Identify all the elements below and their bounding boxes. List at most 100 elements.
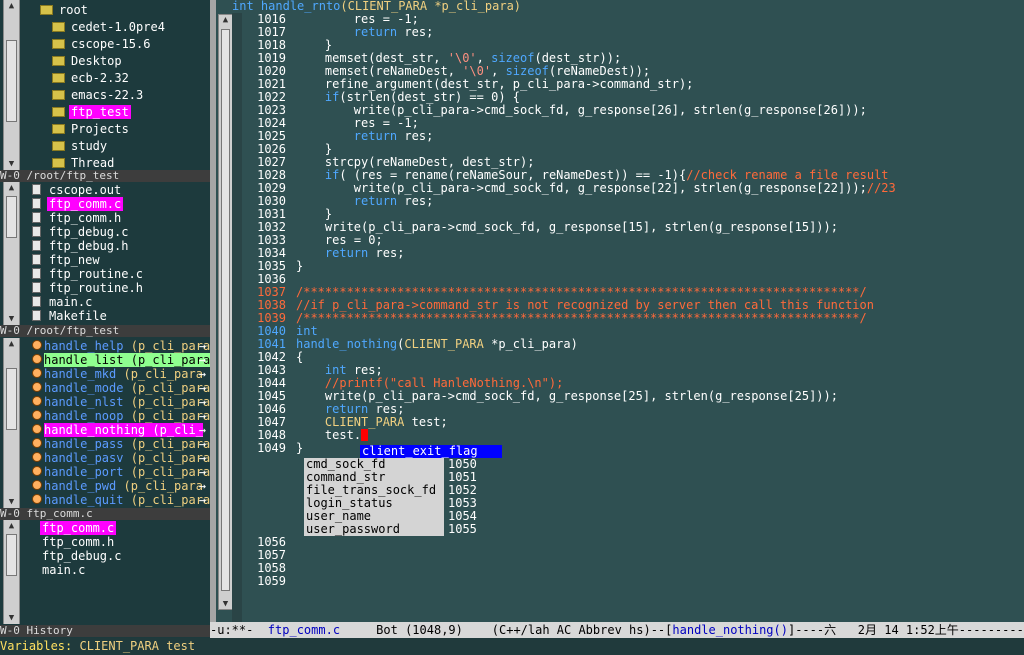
code-line[interactable]: 1048 test. — [256, 429, 896, 442]
methods-scrollbar[interactable]: ▲ ▼ — [3, 338, 20, 508]
method-args: (p_cli_ — [152, 423, 203, 437]
directory-tree-item[interactable]: root — [24, 2, 210, 19]
source-file-item[interactable]: ftp_comm.c — [24, 197, 210, 211]
method-name: handle_noop — [44, 409, 124, 423]
history-item[interactable]: ftp_debug.c — [24, 549, 210, 563]
method-item[interactable]: handle_list (p_cli_para → — [24, 353, 210, 367]
directory-tree-item[interactable]: ecb-2.32 — [24, 70, 210, 87]
modeline-filename[interactable]: ftp_comm.c — [268, 623, 340, 637]
code-text: command_str — [599, 77, 679, 91]
code-line[interactable]: 1049} — [256, 442, 896, 455]
source-file-item[interactable]: ftp_routine.c — [24, 267, 210, 281]
method-item[interactable]: handle_pasv (p_cli_para → — [24, 451, 210, 465]
source-file-item[interactable]: ftp_comm.h — [24, 211, 210, 225]
code-editor[interactable]: int handle_rnto(CLIENT_PARA *p_cli_para)… — [216, 0, 1024, 622]
code-text: write — [324, 220, 362, 234]
source-file-item[interactable]: cscope.out — [24, 183, 210, 197]
modeline-function[interactable]: handle_nothing() — [672, 623, 788, 637]
code-area-tail[interactable]: 1056 1057 1058 1059 — [256, 536, 296, 588]
method-item[interactable]: handle_nothing (p_cli_ → — [24, 423, 210, 437]
code-text: ])); — [809, 220, 838, 234]
method-name: handle_nothing — [44, 423, 146, 437]
code-text: strlen — [693, 181, 737, 195]
code-line[interactable]: 1017 return res; — [256, 26, 896, 39]
scrollbar-thumb[interactable] — [6, 534, 17, 576]
scrollbar-thumb[interactable] — [6, 40, 17, 122]
method-item[interactable]: handle_noop (p_cli_para → — [24, 409, 210, 423]
directory-name: study — [71, 139, 108, 153]
method-item[interactable]: handle_pwd (p_cli_para → — [24, 479, 210, 493]
code-text: res — [404, 194, 427, 208]
code-text: 26 — [823, 103, 838, 117]
code-text: if(strlen(dest_str) == 0) { — [296, 90, 520, 104]
editor-scrollbar[interactable]: ▲ ▼ — [218, 14, 233, 610]
directory-name: cscope-15.6 — [71, 37, 151, 51]
directory-tree-item[interactable]: Desktop — [24, 53, 210, 70]
directory-tree-item[interactable]: study — [24, 138, 210, 155]
history-item[interactable]: ftp_comm.h — [24, 535, 210, 549]
method-item[interactable]: handle_nlst (p_cli_para → — [24, 395, 210, 409]
source-file-item[interactable]: ftp_routine.h — [24, 281, 210, 295]
method-item[interactable]: handle_help (p_cli_para → — [24, 339, 210, 353]
editor-gutter — [232, 13, 242, 622]
method-item[interactable]: handle_quit (p_cli_para → — [24, 493, 210, 507]
directory-tree-scrollbar[interactable]: ▲ ▼ — [3, 0, 20, 170]
source-file-item[interactable]: ftp_debug.h — [24, 239, 210, 253]
scroll-up-arrow-icon[interactable]: ▲ — [4, 520, 19, 532]
history-item[interactable]: main.c — [24, 563, 210, 577]
code-line[interactable]: 1041 handle_nothing(CLIENT_PARA *p_cli_pa… — [256, 338, 896, 351]
directory-tree-item[interactable]: emacs-22.3 — [24, 87, 210, 104]
directory-tree-item[interactable]: Thread — [24, 155, 210, 170]
code-text: write — [353, 103, 390, 117]
directory-tree-item[interactable]: cedet-1.0pre4 — [24, 19, 210, 36]
history-scrollbar[interactable]: ▲ ▼ — [3, 520, 20, 624]
code-text: res = -1; — [296, 116, 419, 130]
code-line[interactable]: 1039/***********************************… — [256, 312, 896, 325]
source-file-item[interactable]: ftp_new — [24, 253, 210, 267]
code-text: ( — [368, 64, 376, 78]
scroll-down-arrow-icon[interactable]: ▼ — [4, 612, 19, 624]
method-item[interactable]: handle_pass (p_cli_para → — [24, 437, 210, 451]
completion-popup[interactable]: cmd_sock_fd command_str file_trans_sock_fd… — [304, 458, 444, 536]
file-icon — [32, 184, 41, 195]
scrollbar-thumb[interactable] — [221, 29, 230, 591]
method-item[interactable]: handle_mkd (p_cli_para → — [24, 367, 210, 381]
code-line[interactable]: 1035} — [256, 260, 896, 273]
scrollbar-thumb[interactable] — [6, 368, 17, 430]
obscured-line-numbers: 1050 1051 1052 1053 1054 1055 — [448, 458, 477, 536]
code-text: res — [353, 116, 376, 130]
scroll-up-arrow-icon[interactable]: ▲ — [4, 182, 19, 194]
scroll-up-arrow-icon[interactable]: ▲ — [4, 0, 19, 12]
code-text: dest_str — [462, 155, 520, 169]
code-text: memset(reNameDest, '\0', sizeof(reNameDe… — [296, 64, 650, 78]
scroll-down-arrow-icon[interactable]: ▼ — [219, 599, 232, 609]
code-text: )) == - — [613, 168, 665, 182]
code-line[interactable]: 1025 return res; — [256, 130, 896, 143]
history-item[interactable]: ftp_comm.c — [24, 521, 210, 535]
scrollbar-thumb[interactable] — [6, 196, 17, 238]
code-text: return res; — [296, 246, 405, 260]
directory-tree-item[interactable]: cscope-15.6 — [24, 36, 210, 53]
directory-tree-item[interactable]: ftp_test — [24, 104, 210, 121]
method-item[interactable]: handle_mode (p_cli_para → — [24, 381, 210, 395]
code-text: )); — [599, 51, 622, 65]
code-area[interactable]: 1016 res = -1; 1017 return res; 1018 } 1019… — [256, 13, 896, 455]
code-line[interactable]: 1034 return res; — [256, 247, 896, 260]
sources-scrollbar[interactable]: ▲ ▼ — [3, 182, 20, 325]
code-text: ])); — [837, 181, 867, 195]
source-file-item[interactable]: main.c — [24, 295, 210, 309]
code-line[interactable]: 1030 return res; — [256, 195, 896, 208]
code-text: , — [491, 64, 506, 78]
method-item[interactable]: handle_port (p_cli_para → — [24, 465, 210, 479]
directory-tree-item[interactable]: Projects — [24, 121, 210, 138]
code-line[interactable]: 1059 — [256, 575, 296, 588]
completion-item[interactable]: user_password — [304, 523, 444, 536]
source-file-item[interactable]: Makefile — [24, 309, 210, 323]
directory-name: cedet-1.0pre4 — [71, 20, 165, 34]
source-file-item[interactable]: ftp_debug.c — [24, 225, 210, 239]
scroll-up-arrow-icon[interactable]: ▲ — [4, 338, 19, 350]
scroll-up-arrow-icon[interactable]: ▲ — [219, 15, 232, 25]
